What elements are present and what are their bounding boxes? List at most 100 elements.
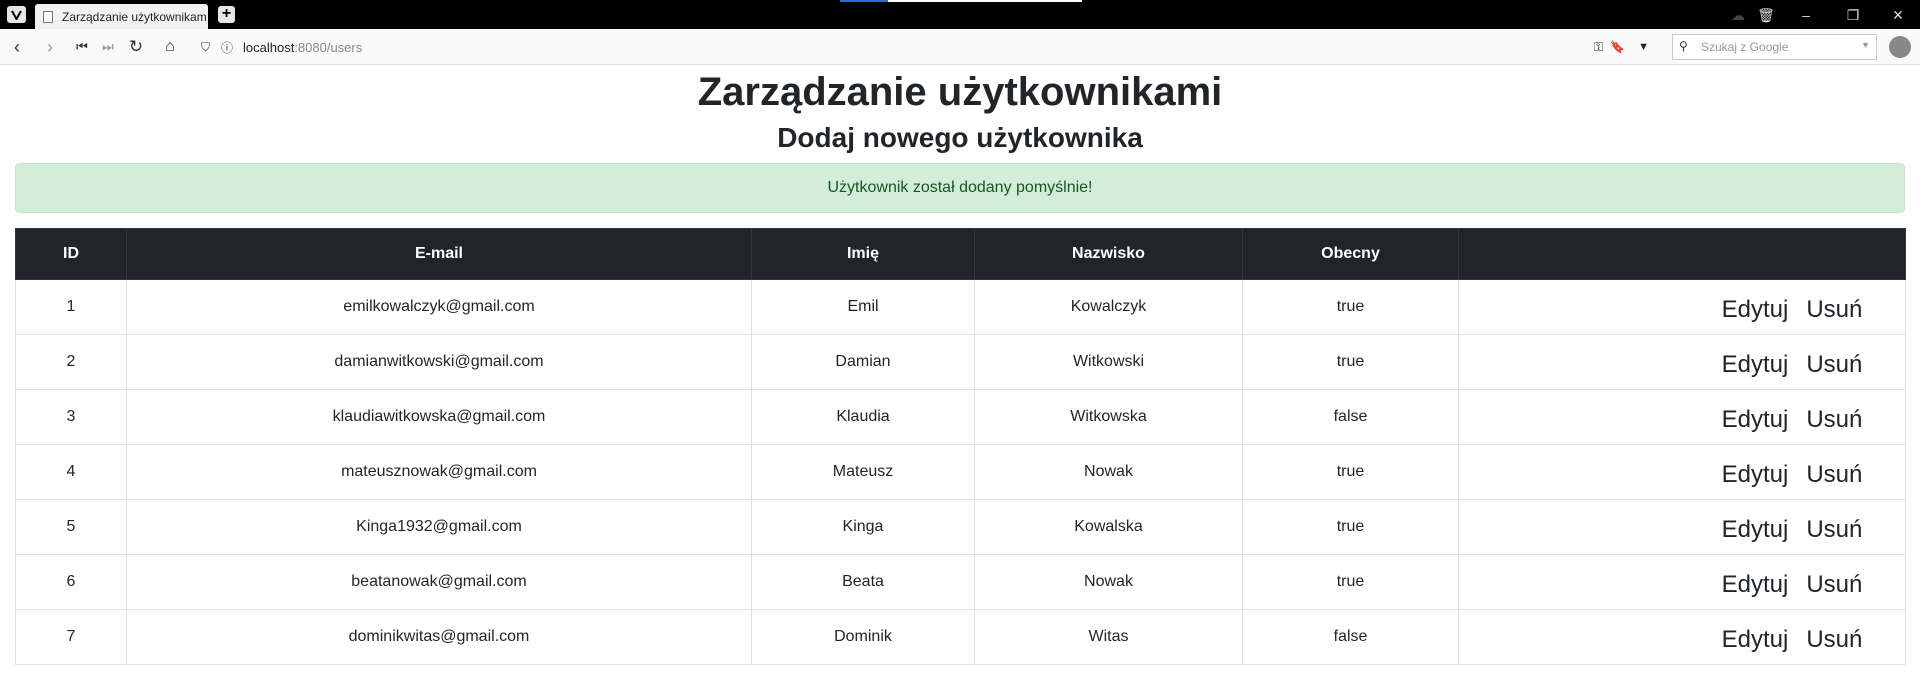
browser-titlebar: Zarządzanie użytkownikam + ☁ 🗑 – ❐ ✕ <box>0 0 1920 29</box>
cell-last-name: Witkowska <box>974 389 1243 445</box>
back-arrow-icon[interactable]: ‹ <box>7 37 27 57</box>
url-path: :8080/users <box>294 39 363 55</box>
cell-first-name: Dominik <box>751 609 975 665</box>
table-row: 3 klaudiawitkowska@gmail.com Klaudia Wit… <box>15 389 1906 445</box>
table-row: 2 damianwitkowski@gmail.com Damian Witko… <box>15 334 1906 390</box>
cell-last-name: Kowalczyk <box>974 279 1243 335</box>
cell-actions: Edytuj Usuń <box>1458 334 1906 390</box>
delete-link[interactable]: Usuń <box>1806 296 1862 324</box>
cell-actions: Edytuj Usuń <box>1458 609 1906 665</box>
edit-link[interactable]: Edytuj <box>1722 516 1789 544</box>
cell-first-name: Emil <box>751 279 975 335</box>
header-first-name: Imię <box>751 228 975 280</box>
shield-icon: ⛉ <box>201 39 211 54</box>
cell-last-name: Nowak <box>974 554 1243 610</box>
page-content: Zarządzanie użytkownikami Dodaj nowego u… <box>0 66 1920 690</box>
delete-link[interactable]: Usuń <box>1806 516 1862 544</box>
search-input[interactable]: ⚲ Szukaj z Google ▼ <box>1672 34 1877 60</box>
cell-id: 2 <box>15 334 127 390</box>
delete-link[interactable]: Usuń <box>1806 351 1862 379</box>
cell-id: 7 <box>15 609 127 665</box>
cell-email: dominikwitas@gmail.com <box>126 609 752 665</box>
key-icon[interactable]: ⚿ <box>1594 40 1603 55</box>
delete-link[interactable]: Usuń <box>1806 406 1862 434</box>
forward-arrow-icon[interactable]: › <box>40 37 60 57</box>
edit-link[interactable]: Edytuj <box>1722 296 1789 324</box>
cell-present: false <box>1242 609 1459 665</box>
new-tab-button[interactable]: + <box>218 6 235 23</box>
cell-email: emilkowalczyk@gmail.com <box>126 279 752 335</box>
table-row: 5 Kinga1932@gmail.com Kinga Kowalska tru… <box>15 499 1906 555</box>
edit-link[interactable]: Edytuj <box>1722 571 1789 599</box>
header-id: ID <box>15 228 127 280</box>
sync-cloud-icon[interactable]: ☁ <box>1727 4 1749 26</box>
users-table: ID E-mail Imię Nazwisko Obecny 1 emilkow… <box>15 228 1906 665</box>
delete-link[interactable]: Usuń <box>1806 461 1862 489</box>
search-icon: ⚲ <box>1679 39 1688 53</box>
success-alert: Użytkownik został dodany pomyślnie! <box>15 163 1905 213</box>
bookmark-icon[interactable]: 🔖 <box>1610 40 1625 54</box>
chevron-down-icon[interactable]: ▼ <box>1638 41 1649 53</box>
cell-first-name: Mateusz <box>751 444 975 500</box>
cell-email: mateusznowak@gmail.com <box>126 444 752 500</box>
cell-last-name: Kowalska <box>974 499 1243 555</box>
cell-first-name: Damian <box>751 334 975 390</box>
cell-present: true <box>1242 554 1459 610</box>
table-row: 6 beatanowak@gmail.com Beata Nowak true … <box>15 554 1906 610</box>
cell-first-name: Klaudia <box>751 389 975 445</box>
cell-id: 3 <box>15 389 127 445</box>
vivaldi-logo-icon <box>11 10 22 20</box>
delete-link[interactable]: Usuń <box>1806 571 1862 599</box>
browser-navbar: ‹ › ⏮ ⏭ ↻ ⌂ ⛉ ⓘ localhost:8080/users ⚿ 🔖… <box>0 29 1920 65</box>
edit-link[interactable]: Edytuj <box>1722 406 1789 434</box>
delete-link[interactable]: Usuń <box>1806 626 1862 654</box>
avatar[interactable] <box>1889 36 1911 58</box>
close-window-button[interactable]: ✕ <box>1887 4 1909 26</box>
edit-link[interactable]: Edytuj <box>1722 461 1789 489</box>
cell-email: Kinga1932@gmail.com <box>126 499 752 555</box>
search-placeholder: Szukaj z Google <box>1701 40 1789 54</box>
cell-last-name: Witkowski <box>974 334 1243 390</box>
fast-forward-icon[interactable]: ⏭ <box>98 37 118 57</box>
cell-email: damianwitkowski@gmail.com <box>126 334 752 390</box>
cell-present: true <box>1242 444 1459 500</box>
address-bar[interactable]: ⛉ ⓘ localhost:8080/users ⚿ 🔖 ▼ <box>193 34 1673 60</box>
header-actions <box>1458 228 1906 280</box>
edit-link[interactable]: Edytuj <box>1722 351 1789 379</box>
cell-actions: Edytuj Usuń <box>1458 389 1906 445</box>
cell-id: 4 <box>15 444 127 500</box>
cell-last-name: Nowak <box>974 444 1243 500</box>
cell-actions: Edytuj Usuń <box>1458 444 1906 500</box>
header-email: E-mail <box>126 228 752 280</box>
cell-present: false <box>1242 389 1459 445</box>
cell-actions: Edytuj Usuń <box>1458 279 1906 335</box>
page-icon <box>43 10 53 23</box>
cell-id: 1 <box>15 279 127 335</box>
cell-actions: Edytuj Usuń <box>1458 554 1906 610</box>
cell-first-name: Beata <box>751 554 975 610</box>
header-last-name: Nazwisko <box>974 228 1243 280</box>
cell-id: 5 <box>15 499 127 555</box>
cell-first-name: Kinga <box>751 499 975 555</box>
browser-tab[interactable]: Zarządzanie użytkownikam <box>35 4 208 29</box>
cell-actions: Edytuj Usuń <box>1458 499 1906 555</box>
vivaldi-menu-button[interactable] <box>7 6 26 23</box>
minimize-button[interactable]: – <box>1795 4 1817 26</box>
search-dropdown-icon[interactable]: ▼ <box>1861 40 1870 50</box>
restore-button[interactable]: ❐ <box>1842 4 1864 26</box>
header-present: Obecny <box>1242 228 1459 280</box>
reload-icon[interactable]: ↻ <box>126 37 146 57</box>
rewind-icon[interactable]: ⏮ <box>72 37 92 57</box>
load-progress-fill <box>840 0 888 2</box>
table-row: 4 mateusznowak@gmail.com Mateusz Nowak t… <box>15 444 1906 500</box>
trash-icon[interactable]: 🗑 <box>1755 4 1777 26</box>
table-row: 1 emilkowalczyk@gmail.com Emil Kowalczyk… <box>15 279 1906 335</box>
info-icon[interactable]: ⓘ <box>221 39 233 56</box>
tab-title: Zarządzanie użytkownikam <box>62 9 207 24</box>
table-row: 7 dominikwitas@gmail.com Dominik Witas f… <box>15 609 1906 665</box>
edit-link[interactable]: Edytuj <box>1722 626 1789 654</box>
home-icon[interactable]: ⌂ <box>160 37 180 57</box>
page-subtitle: Dodaj nowego użytkownika <box>777 122 1143 153</box>
cell-last-name: Witas <box>974 609 1243 665</box>
cell-id: 6 <box>15 554 127 610</box>
